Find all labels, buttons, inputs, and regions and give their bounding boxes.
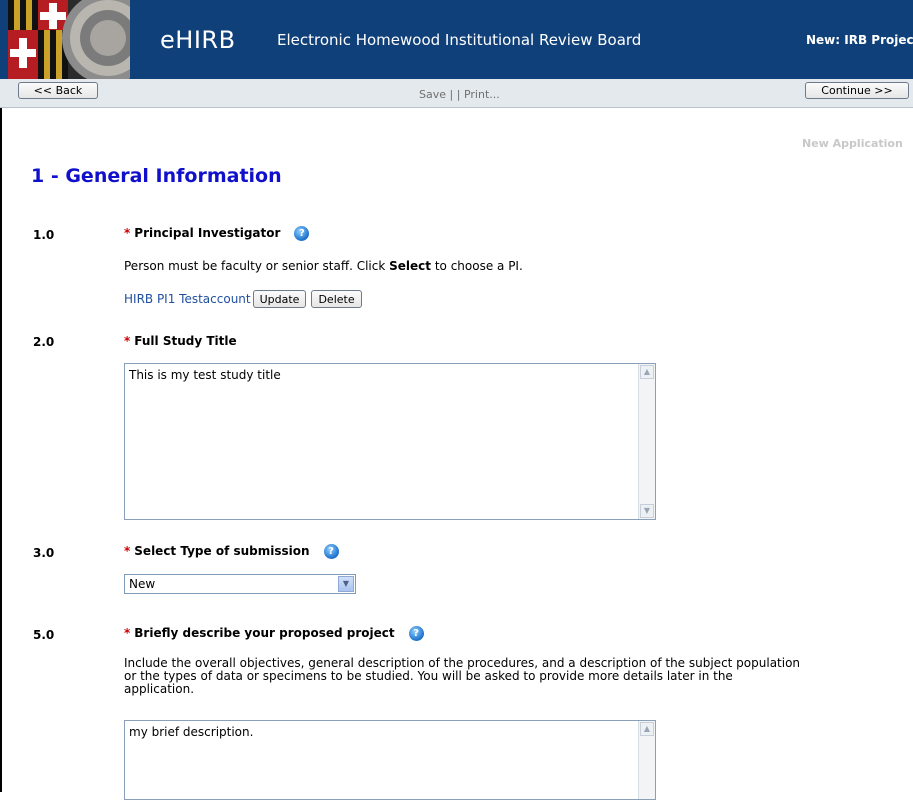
pi-selection-row: HIRB PI1 Testaccount Update Delete [124, 290, 362, 308]
question-description: Person must be faculty or senior staff. … [124, 260, 523, 273]
help-icon[interactable]: ? [294, 226, 310, 241]
description-line: or the types of data or specimens to be … [124, 669, 733, 683]
toolbar-separator: | [456, 88, 461, 101]
required-marker: * [124, 334, 131, 348]
help-icon[interactable]: ? [323, 544, 339, 559]
page-context-title: New: IRB Projec [806, 33, 913, 47]
description-emphasis: Select [389, 259, 432, 273]
textarea-value: This is my test study title [129, 368, 281, 382]
study-title-textarea[interactable]: This is my test study title ▲ ▼ [124, 363, 656, 520]
textarea-value: my brief description. [129, 725, 254, 739]
delete-pi-button[interactable]: Delete [311, 290, 362, 308]
description-text: Person must be faculty or senior staff. … [124, 259, 390, 273]
scroll-down-icon[interactable]: ▼ [640, 504, 654, 518]
question-label-text: Full Study Title [134, 334, 237, 348]
selected-value: New [129, 577, 156, 591]
question-label-text: Select Type of submission [134, 544, 310, 558]
toolbar-links: Save | | Print... [419, 88, 500, 101]
question-number: 3.0 [33, 546, 55, 560]
section-title: 1 - General Information [31, 165, 282, 187]
question-label-project-description: * Briefly describe your proposed project? [124, 626, 424, 641]
project-description-textarea[interactable]: my brief description. ▲ [124, 720, 656, 800]
scroll-up-icon[interactable]: ▲ [640, 365, 654, 379]
question-label-text: Briefly describe your proposed project [134, 626, 395, 640]
application-status-label: New Application [802, 137, 903, 150]
required-marker: * [124, 544, 131, 558]
question-label-submission-type: * Select Type of submission? [124, 544, 339, 559]
pi-name-link[interactable]: HIRB PI1 Testaccount [124, 292, 251, 306]
help-icon[interactable]: ? [408, 626, 424, 641]
required-marker: * [124, 626, 131, 640]
required-marker: * [124, 226, 131, 240]
question-number: 2.0 [33, 335, 55, 349]
print-link[interactable]: Print... [464, 88, 500, 101]
question-description: Include the overall objectives, general … [124, 657, 909, 696]
update-pi-button[interactable]: Update [252, 290, 307, 308]
toolbar-separator: | [449, 88, 454, 101]
question-number: 5.0 [33, 628, 55, 642]
continue-button[interactable]: Continue >> [805, 82, 909, 99]
toolbar: << Back Save | | Print... Continue >> [0, 79, 913, 108]
scroll-up-icon[interactable]: ▲ [640, 722, 654, 736]
brand-name: eHIRB [160, 26, 236, 54]
save-link[interactable]: Save [419, 88, 446, 101]
scrollbar[interactable]: ▲ ▼ [638, 364, 655, 519]
question-label-full-study-title: * Full Study Title [124, 334, 237, 348]
scrollbar[interactable]: ▲ [638, 721, 655, 799]
question-label-text: Principal Investigator [134, 226, 281, 240]
app-header: eHIRB Electronic Homewood Institutional … [0, 0, 913, 79]
question-number: 1.0 [33, 228, 55, 242]
description-line: application. [124, 682, 195, 696]
chevron-down-icon[interactable]: ▼ [338, 576, 354, 592]
brand-subtitle: Electronic Homewood Institutional Review… [277, 31, 642, 49]
back-button[interactable]: << Back [18, 82, 98, 99]
university-seal-logo [8, 0, 130, 79]
submission-type-select[interactable]: New ▼ [124, 574, 356, 594]
description-text: to choose a PI. [431, 259, 523, 273]
question-label-principal-investigator: * Principal Investigator? [124, 226, 310, 241]
